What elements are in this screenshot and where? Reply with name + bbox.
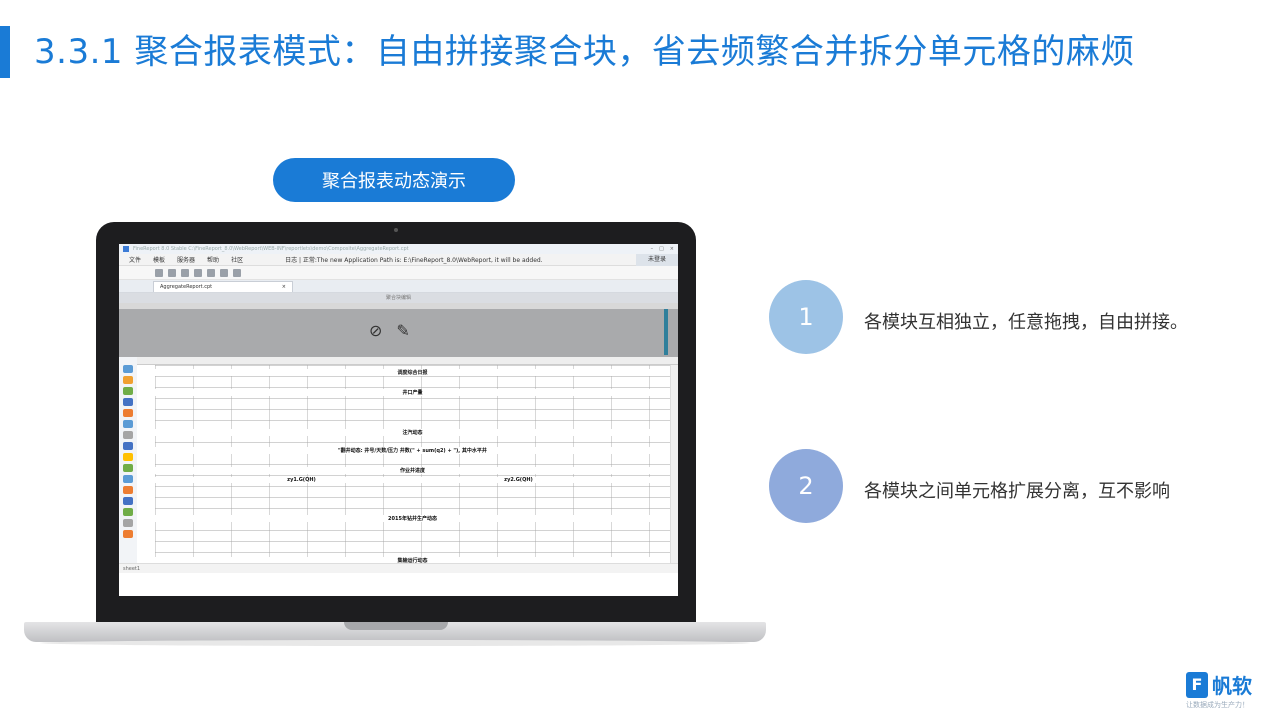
bar-chart-icon[interactable] xyxy=(123,376,133,384)
tab-label: AggregateReport.cpt xyxy=(160,284,213,290)
status-bar: sheet1 xyxy=(119,563,678,573)
area-chart-icon[interactable] xyxy=(123,398,133,406)
widget-palette xyxy=(119,357,137,573)
toolbar xyxy=(119,266,678,280)
brand-logo: F 帆软 xyxy=(1186,670,1252,699)
band-well-output: 井口产量 xyxy=(155,389,670,396)
delete-icon[interactable] xyxy=(233,268,241,277)
laptop-shadow xyxy=(40,640,750,646)
band-steam-injection: 注汽动态 xyxy=(155,429,670,436)
grid-ruler xyxy=(137,357,678,365)
laptop-camera xyxy=(394,228,398,232)
close-icon[interactable]: × xyxy=(670,244,674,254)
scatter-chart-icon[interactable] xyxy=(123,431,133,439)
gauge-chart-icon[interactable] xyxy=(123,464,133,472)
minimize-icon[interactable]: – xyxy=(651,244,654,254)
menu-template[interactable]: 模板 xyxy=(153,255,165,264)
vertical-scrollbar[interactable] xyxy=(670,365,678,563)
sheet-tab[interactable]: sheet1 xyxy=(123,566,140,572)
funnel-chart-icon[interactable] xyxy=(123,453,133,461)
window-controls[interactable]: – □ × xyxy=(651,244,678,254)
pie-chart-icon[interactable] xyxy=(123,409,133,417)
window-title: FineReport 8.0 Stable C:\FineReport_8.0\… xyxy=(133,246,409,252)
dashboard-chart-icon[interactable] xyxy=(123,530,133,538)
page-title: 3.3.1 聚合报表模式：自由拼接聚合块，省去频繁合并拆分单元格的麻烦 xyxy=(34,32,1135,72)
bubble-chart-icon[interactable] xyxy=(123,475,133,483)
report-sheet[interactable]: 调度综合日报 井口产量 注汽动态 "翻井动态: 井号/天数/压力 井数(" + … xyxy=(137,357,678,573)
gantt-chart-icon[interactable] xyxy=(123,497,133,505)
table-widget-icon[interactable] xyxy=(123,365,133,373)
brand-tagline: 让数据成为生产力！ xyxy=(1186,701,1249,709)
brand-logo-icon: F xyxy=(1186,671,1208,698)
demo-button[interactable]: 聚合报表动态演示 xyxy=(273,158,515,202)
maximize-icon[interactable]: □ xyxy=(659,244,664,254)
slide: 3.3.1 聚合报表模式：自由拼接聚合块，省去频繁合并拆分单元格的麻烦 聚合报表… xyxy=(0,0,1280,720)
menu-help[interactable]: 帮助 xyxy=(207,255,219,264)
radar-chart-icon[interactable] xyxy=(123,442,133,450)
window-titlebar: FineReport 8.0 Stable C:\FineReport_8.0\… xyxy=(119,244,678,254)
flow-chart-icon[interactable] xyxy=(123,519,133,527)
map-chart-icon[interactable] xyxy=(123,486,133,494)
step-1-text: 各模块互相独立，任意拖拽，自由拼接。 xyxy=(864,312,1188,333)
tab-aggregate-report[interactable]: AggregateReport.cpt × xyxy=(153,281,293,292)
brand-name: 帆软 xyxy=(1212,674,1252,698)
band-work-progress: 作业井进度 xyxy=(155,467,670,474)
report-grid-area: 调度综合日报 井口产量 注汽动态 "翻井动态: 井号/天数/压力 井数(" + … xyxy=(119,357,678,573)
menu-bar: 文件 模板 服务器 帮助 社区 日志 | 正常:The new Applicat… xyxy=(119,253,678,266)
copy-icon[interactable] xyxy=(207,268,215,277)
line-chart-icon[interactable] xyxy=(123,387,133,395)
column-chart-icon[interactable] xyxy=(123,420,133,428)
edit-pencil-icon[interactable]: ✎ xyxy=(396,321,409,340)
laptop-screen: FineReport 8.0 Stable C:\FineReport_8.0\… xyxy=(119,244,678,596)
hide-icon[interactable]: ⊘ xyxy=(369,321,382,340)
block-canvas[interactable]: ⊘ ✎ xyxy=(119,303,678,357)
step-2-circle: 2 xyxy=(769,449,843,523)
menu-file[interactable]: 文件 xyxy=(129,255,141,264)
step-2-text: 各模块之间单元格扩展分离，互不影响 xyxy=(864,481,1170,502)
tab-close-icon[interactable]: × xyxy=(282,282,286,292)
step-1-circle: 1 xyxy=(769,280,843,354)
band-daily-report: 调度综合日报 xyxy=(155,369,670,376)
canvas-scroll-indicator xyxy=(664,309,668,355)
paste-icon[interactable] xyxy=(220,268,228,277)
menu-community[interactable]: 社区 xyxy=(231,255,243,264)
app-icon xyxy=(123,246,129,252)
log-text: 日志 | 正常:The new Application Path is: E:\… xyxy=(285,257,543,264)
redo-icon[interactable] xyxy=(181,268,189,277)
laptop-notch xyxy=(344,622,448,630)
canvas-tools: ⊘ ✎ xyxy=(369,321,410,340)
step-1-number: 1 xyxy=(798,303,814,331)
undo-icon[interactable] xyxy=(168,268,176,277)
band-drilling: 2015年钻井生产动态 xyxy=(155,515,670,522)
donut-chart-icon[interactable] xyxy=(123,508,133,516)
band-zy2: zy2.G(QH) xyxy=(367,477,670,483)
top-ruler xyxy=(119,303,678,309)
step-2-number: 2 xyxy=(798,472,814,500)
title-accent-bar xyxy=(0,26,10,78)
tab-row: AggregateReport.cpt × xyxy=(119,280,678,293)
menu-server[interactable]: 服务器 xyxy=(177,255,195,264)
cut-icon[interactable] xyxy=(194,268,202,277)
login-button[interactable]: 未登录 xyxy=(635,253,678,266)
band-well-flip: "翻井动态: 井号/天数/压力 井数(" + sum(q2) + "), 其中水… xyxy=(155,447,670,454)
block-edit-header: 聚合块编辑 xyxy=(119,293,678,303)
save-icon[interactable] xyxy=(155,268,163,277)
